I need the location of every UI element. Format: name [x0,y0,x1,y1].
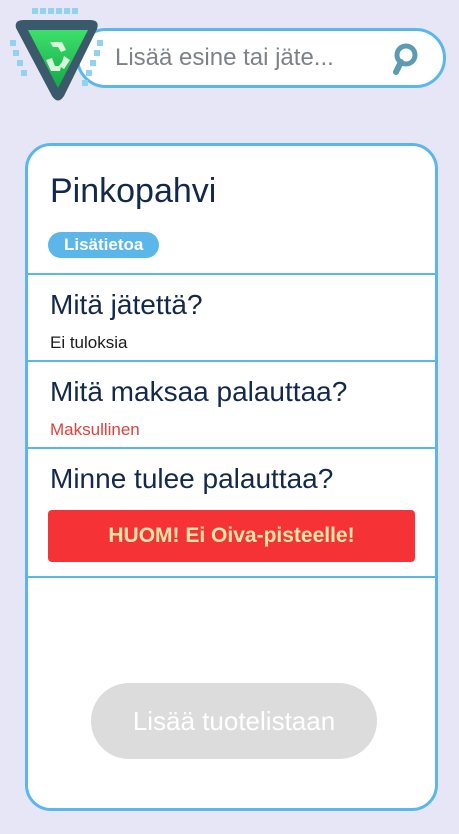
waste-type-section: Mitä jätettä? Ei tuloksia [28,275,435,362]
product-header-section: Pinkopahvi Lisätietoa [28,146,435,275]
waste-type-heading: Mitä jätettä? [50,289,203,320]
product-name: Pinkopahvi [50,172,217,210]
warning-banner: HUOM! Ei Oiva-pisteelle! [48,510,415,562]
waste-type-value: Ei tuloksia [50,333,128,352]
more-info-button[interactable]: Lisätietoa [48,232,160,258]
return-cost-section: Mitä maksaa palauttaa? Maksullinen [28,362,435,449]
return-cost-heading: Mitä maksaa palauttaa? [50,376,348,407]
search-bar [76,28,446,88]
product-card: Pinkopahvi Lisätietoa Mitä jätettä? Ei t… [25,143,438,811]
recycle-logo-icon [6,6,110,106]
return-location-section: Minne tulee palauttaa? HUOM! Ei Oiva-pis… [28,449,435,578]
return-location-heading: Minne tulee palauttaa? [50,463,334,494]
app-screen: Pinkopahvi Lisätietoa Mitä jätettä? Ei t… [0,0,459,834]
search-input[interactable] [115,37,385,79]
add-to-list-button[interactable]: Lisää tuotelistaan [91,683,377,759]
return-cost-value: Maksullinen [50,420,140,439]
search-icon[interactable] [389,41,425,77]
